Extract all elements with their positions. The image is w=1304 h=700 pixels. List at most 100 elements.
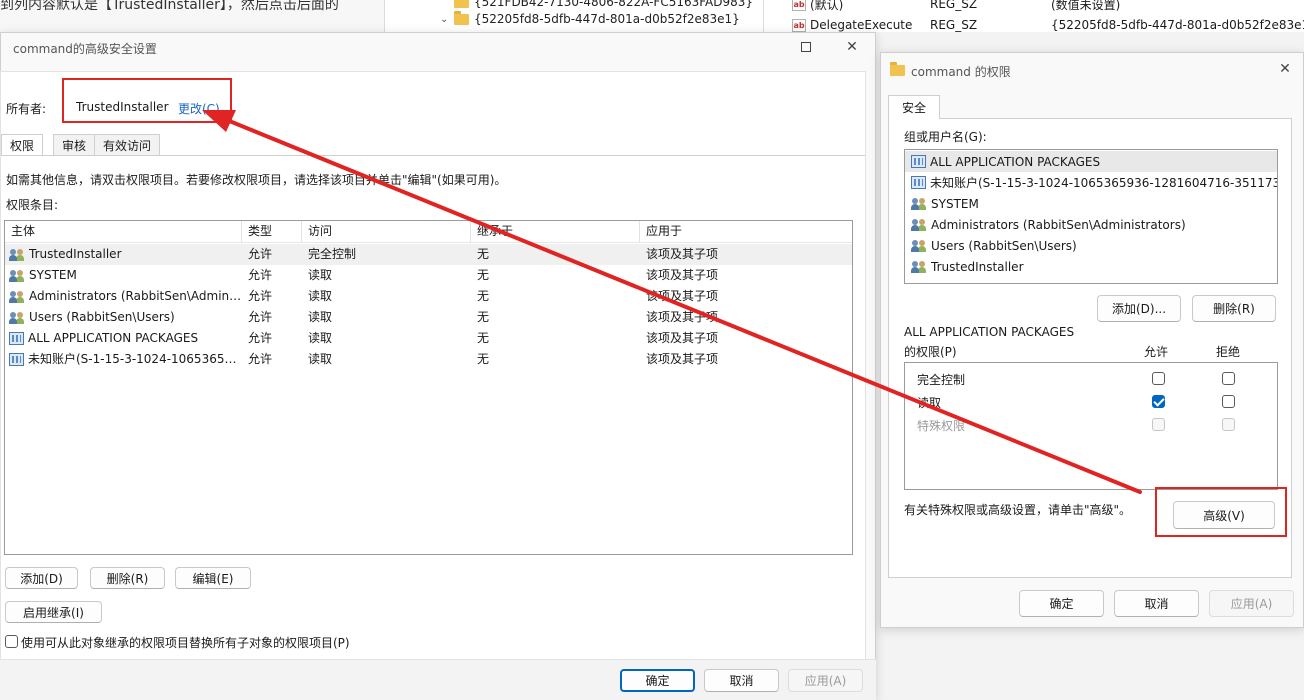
principal-name: Administrators (RabbitSen\Adminis... xyxy=(29,289,242,303)
registry-value-name: (默认) xyxy=(810,0,844,12)
permissions-list: 完全控制 读取 特殊权限 xyxy=(904,362,1278,490)
deny-checkbox[interactable] xyxy=(1222,372,1235,385)
enable-inheritance-button[interactable]: 启用继承(I) xyxy=(5,601,102,623)
registry-value-data: {52205fd8-5dfb-447d-801a-d0b52f2e83e1} xyxy=(1051,18,1304,32)
column-principal[interactable]: 主体 xyxy=(5,221,242,243)
tab-effective-access[interactable]: 有效访问 xyxy=(94,134,161,155)
folder-icon xyxy=(454,0,469,8)
cell-inherited: 无 xyxy=(477,289,490,303)
advanced-security-dialog: command的高级安全设置 ✕ 所有者: TrustedInstaller 更… xyxy=(0,32,876,700)
list-item[interactable]: TrustedInstaller xyxy=(905,256,1277,277)
folder-icon xyxy=(890,62,905,76)
package-icon xyxy=(9,353,24,366)
cell-applies: 该项及其子项 xyxy=(646,268,719,282)
table-row[interactable]: SYSTEM 允许 读取 无 该项及其子项 xyxy=(5,265,852,286)
replace-child-permissions-checkbox[interactable] xyxy=(5,635,18,648)
dialog-title: command的高级安全设置 xyxy=(13,42,157,56)
cell-applies: 该项及其子项 xyxy=(646,247,719,261)
tab-auditing[interactable]: 审核 xyxy=(53,134,96,155)
cell-applies: 该项及其子项 xyxy=(646,331,719,345)
table-header: 主体 类型 访问 继承于 应用于 xyxy=(5,221,852,243)
cancel-button[interactable]: 取消 xyxy=(1114,590,1199,617)
list-item[interactable]: Users (RabbitSen\Users) xyxy=(905,235,1277,256)
cell-type: 允许 xyxy=(248,268,273,282)
add-button[interactable]: 添加(D) xyxy=(5,567,78,589)
list-item[interactable]: ALL APPLICATION PACKAGES xyxy=(905,151,1277,172)
cell-type: 允许 xyxy=(248,289,273,303)
column-access[interactable]: 访问 xyxy=(302,221,471,243)
cell-type: 允许 xyxy=(248,352,273,366)
folder-icon xyxy=(454,10,469,25)
cell-principal: Administrators (RabbitSen\Adminis... xyxy=(5,286,242,307)
allow-checkbox[interactable] xyxy=(1152,418,1165,431)
registry-value-row[interactable]: ab (默认) REG_SZ (数值未设置) xyxy=(792,0,1120,12)
column-inherited-from[interactable]: 继承于 xyxy=(471,221,640,243)
tab-permissions[interactable]: 权限 xyxy=(1,134,44,156)
column-type[interactable]: 类型 xyxy=(242,221,302,243)
add-user-button[interactable]: 添加(D)... xyxy=(1097,295,1181,322)
allow-checkbox[interactable] xyxy=(1152,395,1165,408)
cancel-button[interactable]: 取消 xyxy=(704,669,779,692)
package-icon xyxy=(9,332,24,345)
table-row[interactable]: TrustedInstaller 允许 完全控制 无 该项及其子项 xyxy=(5,244,852,265)
advanced-highlight-box xyxy=(1155,487,1287,537)
cell-type: 允许 xyxy=(248,247,273,261)
table-row[interactable]: 未知账户(S-1-15-3-1024-106536593... 允许 读取 无 该项及其… xyxy=(5,349,852,370)
deny-checkbox[interactable] xyxy=(1222,418,1235,431)
cell-access: 读取 xyxy=(308,331,333,345)
owner-highlight-box xyxy=(62,78,232,123)
owner-label: 所有者: xyxy=(6,102,47,116)
close-button[interactable]: ✕ xyxy=(832,33,872,61)
tree-item-label: {521FDB42-7130-4806-822A-FC5163FAD983} xyxy=(474,0,754,9)
cell-type: 允许 xyxy=(248,310,273,324)
info-text: 如需其他信息，请双击权限项目。若要修改权限项目，请选择该项目并单击"编辑"(如果… xyxy=(6,173,507,187)
registry-value-type: REG_SZ xyxy=(930,18,978,32)
registry-value-name: DelegateExecute xyxy=(810,18,913,32)
remove-button[interactable]: 删除(R) xyxy=(90,567,165,589)
remove-user-button[interactable]: 删除(R) xyxy=(1192,295,1276,322)
string-value-icon: ab xyxy=(792,0,806,11)
background-document: 到列内容默认是【TrustedInstaller】，然后点击后面的 xyxy=(0,0,385,32)
cell-access: 读取 xyxy=(308,289,333,303)
users-icon xyxy=(9,311,26,325)
apply-button[interactable]: 应用(A) xyxy=(788,669,863,692)
list-item[interactable]: Administrators (RabbitSen\Administrators… xyxy=(905,214,1277,235)
table-row[interactable]: ALL APPLICATION PACKAGES 允许 读取 无 该项及其子项 xyxy=(5,328,852,349)
cell-principal: Users (RabbitSen\Users) xyxy=(5,307,242,328)
table-row[interactable]: Users (RabbitSen\Users) 允许 读取 无 该项及其子项 xyxy=(5,307,852,328)
string-value-icon: ab xyxy=(792,18,806,32)
permission-name: 完全控制 xyxy=(917,373,966,387)
tab-divider xyxy=(1,155,865,156)
background-doc-text: 到列内容默认是【TrustedInstaller】，然后点击后面的 xyxy=(0,0,339,13)
group-list-label: 组或用户名(G): xyxy=(904,130,987,144)
tab-security[interactable]: 安全 xyxy=(888,95,940,119)
group-name: Administrators (RabbitSen\Administrators… xyxy=(931,217,1186,232)
maximize-button[interactable] xyxy=(786,33,826,61)
cell-principal: TrustedInstaller xyxy=(5,244,242,265)
group-name: 未知账户(S-1-15-3-1024-1065365936-1281604716… xyxy=(930,176,1278,190)
users-icon xyxy=(911,239,928,253)
apply-button[interactable]: 应用(A) xyxy=(1209,590,1294,617)
cell-access: 读取 xyxy=(308,352,333,366)
cell-inherited: 无 xyxy=(477,352,490,366)
list-item[interactable]: SYSTEM xyxy=(905,193,1277,214)
table-row[interactable]: Administrators (RabbitSen\Adminis... 允许 读取… xyxy=(5,286,852,307)
tree-item[interactable]: {521FDB42-7130-4806-822A-FC5163FAD983} xyxy=(440,0,753,10)
permissions-label: 的权限(P) xyxy=(904,345,957,359)
cell-inherited: 无 xyxy=(477,268,490,282)
ok-button[interactable]: 确定 xyxy=(1019,590,1104,617)
registry-value-row[interactable]: ab DelegateExecute REG_SZ {52205fd8-5dfb… xyxy=(792,17,1304,33)
ok-button[interactable]: 确定 xyxy=(620,669,695,692)
close-button[interactable]: ✕ xyxy=(1265,55,1304,83)
maximize-icon xyxy=(801,42,811,52)
deny-checkbox[interactable] xyxy=(1222,395,1235,408)
group-name: ALL APPLICATION PACKAGES xyxy=(930,154,1101,169)
users-icon xyxy=(911,197,928,211)
close-icon: ✕ xyxy=(846,39,858,55)
tree-item[interactable]: ⌄ {52205fd8-5dfb-447d-801a-d0b52f2e83e1} xyxy=(440,10,740,27)
column-applies-to[interactable]: 应用于 xyxy=(640,221,852,243)
edit-button[interactable]: 编辑(E) xyxy=(175,567,251,589)
package-icon xyxy=(911,176,926,189)
allow-checkbox[interactable] xyxy=(1152,372,1165,385)
list-item[interactable]: 未知账户(S-1-15-3-1024-1065365936-1281604716… xyxy=(905,172,1277,193)
